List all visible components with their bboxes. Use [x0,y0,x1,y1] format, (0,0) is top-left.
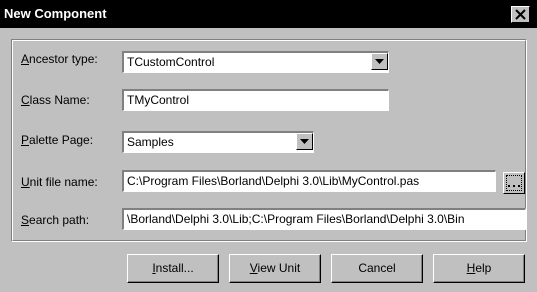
palette-page-value: Samples [127,135,174,149]
search-path-input[interactable]: \Borland\Delphi 3.0\Lib;C:\Program Files… [122,208,526,230]
ellipsis-icon [508,185,520,187]
browse-unit-file-button[interactable] [503,172,525,194]
browse-focus-rect [506,175,522,191]
chevron-down-icon [300,139,309,144]
help-button[interactable]: Help [433,254,525,283]
search-path-label: Search path: [21,213,90,227]
install-button[interactable]: Install... [127,254,219,283]
ancestor-type-label: Ancestor type: [21,52,98,66]
view-unit-button[interactable]: View Unit [229,254,321,283]
palette-page-combobox[interactable]: Samples [122,131,314,153]
close-button[interactable] [511,6,530,23]
class-name-label: Class Name: [21,93,90,107]
palette-page-label: Palette Page: [21,133,94,147]
title-bar[interactable]: New Component [0,0,537,28]
ancestor-type-value: TCustomControl [127,55,215,69]
palette-page-dropdown-button[interactable] [296,133,313,150]
class-name-value: TMyControl [127,93,190,107]
class-name-input[interactable]: TMyControl [122,89,389,111]
unit-file-name-input[interactable]: C:\Program Files\Borland\Delphi 3.0\Lib\… [122,170,496,192]
search-path-value: \Borland\Delphi 3.0\Lib;C:\Program Files… [127,212,465,226]
unit-file-name-label: Unit file name: [21,175,98,189]
chevron-down-icon [375,59,384,64]
close-x-icon [515,9,526,20]
cancel-button[interactable]: Cancel [331,254,423,283]
unit-file-name-value: C:\Program Files\Borland\Delphi 3.0\Lib\… [127,174,420,188]
ancestor-type-dropdown-button[interactable] [371,53,388,70]
window-title: New Component [4,6,107,21]
ancestor-type-combobox[interactable]: TCustomControl [122,51,389,73]
